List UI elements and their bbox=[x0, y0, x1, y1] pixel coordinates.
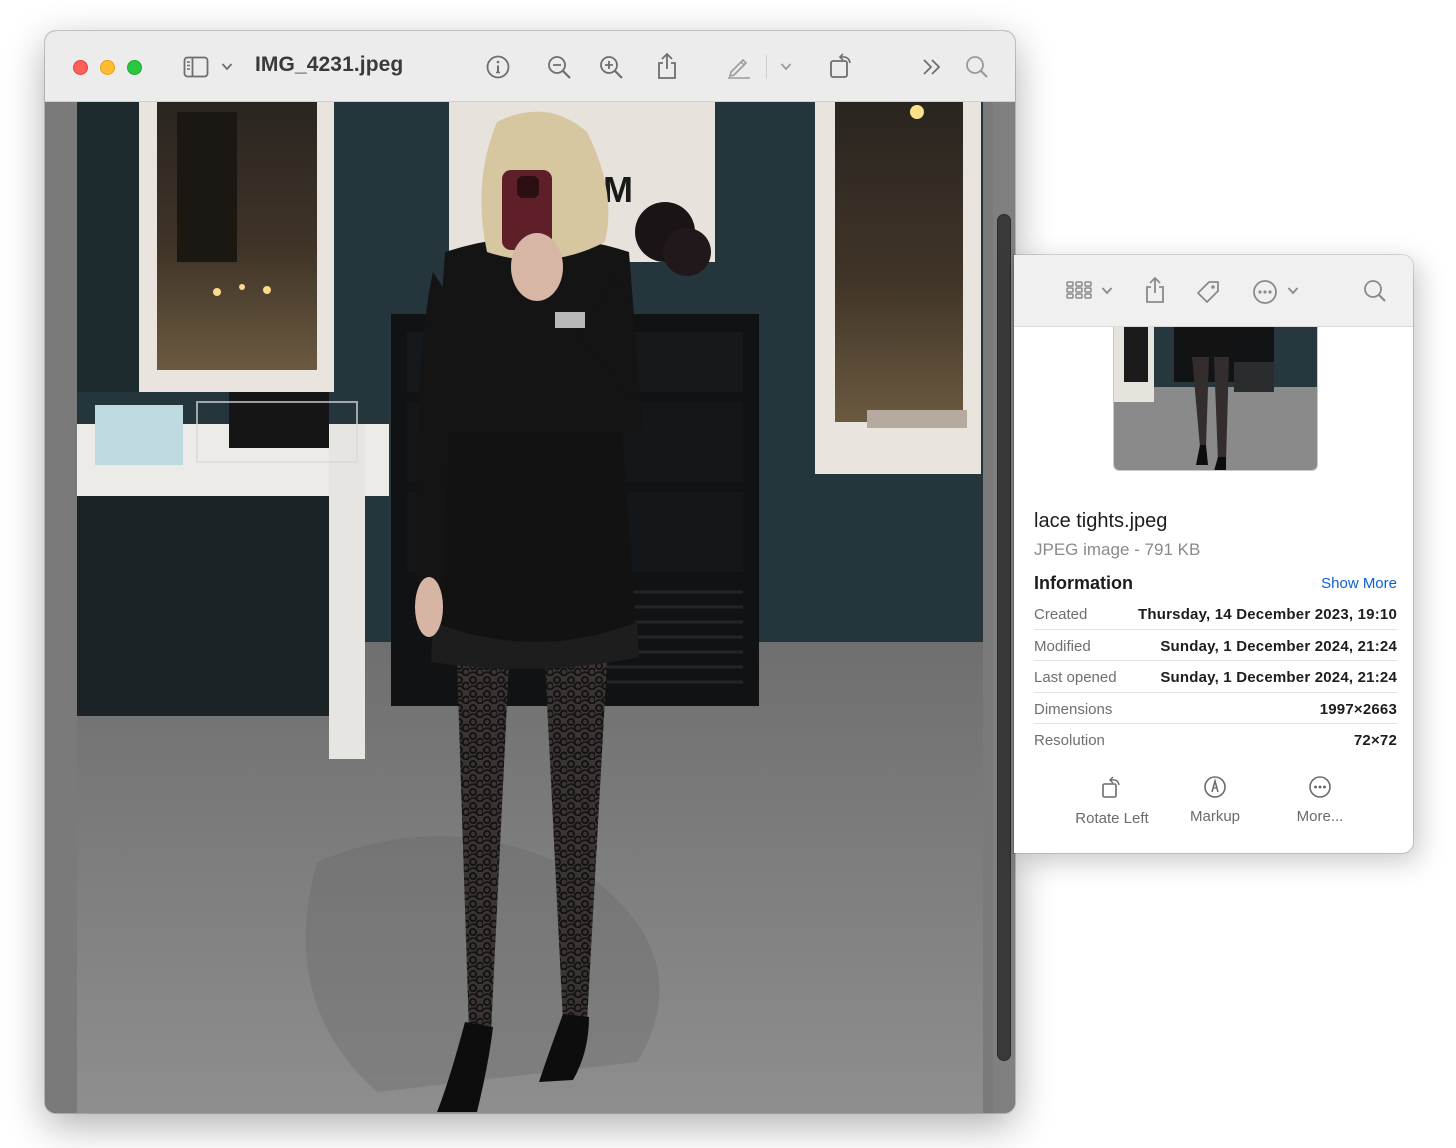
file-name: lace tights.jpeg bbox=[1034, 510, 1168, 532]
file-kind: JPEG image - 791 KB bbox=[1034, 540, 1201, 559]
metadata-row-dimensions: Dimensions 1997×2663 bbox=[1034, 693, 1397, 724]
photo-illustration: AM bbox=[77, 102, 983, 1113]
search-icon[interactable] bbox=[965, 55, 989, 79]
chevron-down-icon[interactable] bbox=[1101, 286, 1113, 295]
title-bar: IMG_4231.jpeg bbox=[45, 31, 1015, 102]
metadata-value: 1997×2663 bbox=[1319, 700, 1397, 718]
metadata-row-resolution: Resolution 72×72 bbox=[1034, 724, 1397, 756]
show-more-link[interactable]: Show More bbox=[1321, 575, 1397, 592]
rotate-left-icon bbox=[1060, 775, 1164, 801]
info-icon[interactable] bbox=[486, 55, 510, 79]
scrollbar-thumb[interactable] bbox=[997, 214, 1011, 1061]
tag-icon[interactable] bbox=[1194, 278, 1222, 306]
close-button[interactable] bbox=[73, 60, 88, 75]
metadata-value: 72×72 bbox=[1353, 732, 1397, 749]
zoom-button[interactable] bbox=[127, 60, 142, 75]
chevron-down-icon[interactable] bbox=[1287, 286, 1299, 295]
info-panel: lace tights.jpeg JPEG image - 791 KB Inf… bbox=[1014, 255, 1413, 853]
markup-icon bbox=[1163, 775, 1267, 799]
zoom-out-icon[interactable] bbox=[547, 55, 572, 80]
more-toolbar-icon[interactable] bbox=[922, 58, 942, 76]
metadata-value: Thursday, 14 December 2023, 19:10 bbox=[1138, 606, 1397, 623]
rotate-left-button[interactable]: Rotate Left bbox=[1060, 775, 1164, 827]
image-canvas: AM bbox=[45, 102, 1015, 1113]
metadata-key: Last opened bbox=[1034, 669, 1117, 686]
more-label: More... bbox=[1296, 808, 1344, 825]
preview-window: IMG_4231.jpeg bbox=[45, 31, 1015, 1113]
more-icon bbox=[1268, 775, 1372, 799]
sidebar-icon[interactable] bbox=[183, 56, 209, 78]
file-thumbnail bbox=[1113, 327, 1318, 471]
more-button[interactable]: More... bbox=[1268, 775, 1372, 825]
metadata-row-created: Created Thursday, 14 December 2023, 19:1… bbox=[1034, 598, 1397, 630]
metadata-key: Modified bbox=[1034, 637, 1091, 655]
metadata-key: Resolution bbox=[1034, 732, 1105, 749]
markup-pen-icon[interactable] bbox=[726, 53, 752, 79]
metadata-value: Sunday, 1 December 2024, 21:24 bbox=[1160, 637, 1397, 655]
information-heading: Information bbox=[1034, 573, 1133, 593]
minimize-button[interactable] bbox=[100, 60, 115, 75]
metadata-row-modified: Modified Sunday, 1 December 2024, 21:24 bbox=[1034, 630, 1397, 661]
metadata-table: Created Thursday, 14 December 2023, 19:1… bbox=[1034, 598, 1397, 756]
chevron-down-icon[interactable] bbox=[221, 62, 233, 71]
share-icon[interactable] bbox=[656, 52, 678, 80]
metadata-value: Sunday, 1 December 2024, 21:24 bbox=[1160, 669, 1397, 686]
metadata-key: Dimensions bbox=[1034, 700, 1113, 718]
rotate-icon[interactable] bbox=[829, 52, 855, 80]
share-icon[interactable] bbox=[1144, 276, 1166, 304]
metadata-row-last-opened: Last opened Sunday, 1 December 2024, 21:… bbox=[1034, 661, 1397, 693]
ellipsis-icon[interactable] bbox=[1252, 279, 1278, 305]
markup-label: Markup bbox=[1189, 808, 1241, 825]
zoom-in-icon[interactable] bbox=[599, 55, 624, 80]
toolbar-separator bbox=[766, 55, 767, 79]
document-title: IMG_4231.jpeg bbox=[255, 53, 404, 76]
info-toolbar bbox=[1014, 255, 1413, 327]
chevron-down-icon[interactable] bbox=[780, 62, 792, 71]
markup-button[interactable]: Markup bbox=[1163, 775, 1267, 825]
photo: AM bbox=[77, 102, 983, 1113]
view-grid-icon[interactable] bbox=[1066, 280, 1092, 300]
search-icon[interactable] bbox=[1363, 279, 1387, 303]
metadata-key: Created bbox=[1034, 606, 1088, 623]
rotate-left-label: Rotate Left bbox=[1075, 810, 1149, 827]
